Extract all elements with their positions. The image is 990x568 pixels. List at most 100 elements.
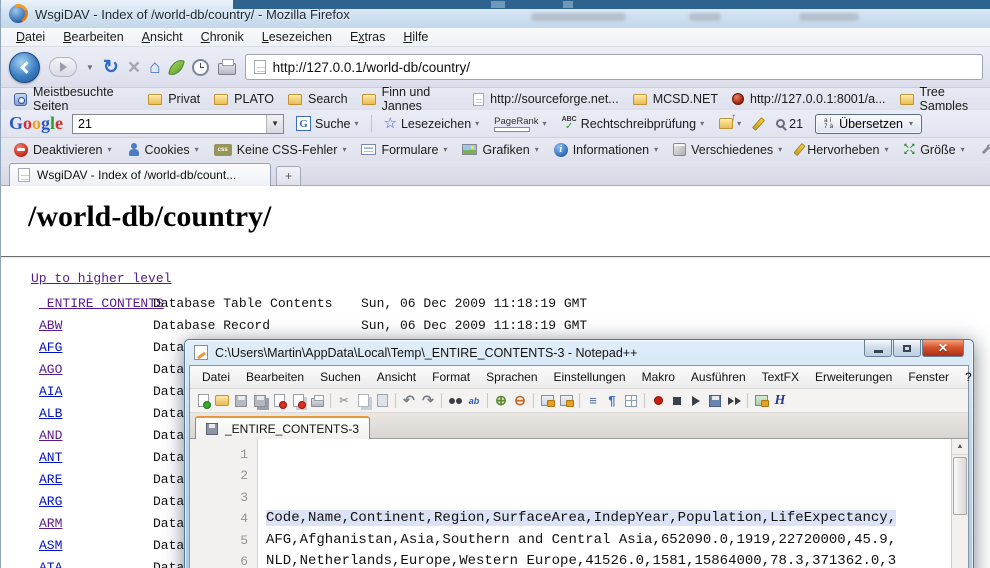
undo-icon[interactable]: ↶: [401, 393, 417, 409]
notepad-menu-item[interactable]: Makro: [634, 367, 683, 387]
google-bookmarks-button[interactable]: ☆ Lesezeichen▾: [381, 114, 483, 133]
webdev-item[interactable]: Keine CSS-Fehler ▾: [207, 141, 354, 159]
entry-link[interactable]: ARM: [39, 516, 62, 531]
entry-link[interactable]: ATA: [39, 560, 62, 568]
close-all-icon[interactable]: [290, 393, 306, 409]
menu-item[interactable]: Bearbeiten: [54, 28, 132, 46]
function-list-icon[interactable]: [753, 393, 769, 409]
editor-scrollbar[interactable]: ▲: [951, 439, 968, 568]
webdev-item[interactable]: Formulare ▾: [354, 141, 454, 159]
notepad-menu-item[interactable]: Einstellungen: [546, 367, 634, 387]
save-all-icon[interactable]: [252, 393, 268, 409]
stop-icon[interactable]: ×: [128, 57, 140, 78]
notepad-menu-item[interactable]: Bearbeiten: [238, 367, 312, 387]
scroll-up-icon[interactable]: ▲: [952, 439, 968, 455]
open-file-icon[interactable]: [214, 393, 230, 409]
bookmark-item[interactable]: http://127.0.0.1:8001/a...: [725, 90, 893, 108]
bookmark-item[interactable]: Privat: [141, 90, 207, 108]
cut-icon[interactable]: ✂: [336, 393, 352, 409]
back-button[interactable]: [9, 52, 40, 83]
webdev-item[interactable]: Informationen ▾: [547, 141, 665, 159]
entry-link[interactable]: ABW: [39, 318, 62, 333]
notepad-menu-item[interactable]: TextFX: [754, 367, 807, 387]
reload-icon[interactable]: ↻: [103, 58, 119, 77]
code-line[interactable]: NLD,Netherlands,Europe,Western Europe,41…: [266, 551, 951, 568]
bookmark-item[interactable]: PLATO: [207, 90, 281, 108]
entry-link[interactable]: ANT: [39, 450, 62, 465]
entry-link[interactable]: AND: [39, 428, 62, 443]
sage-feed-icon[interactable]: [168, 57, 185, 77]
menubar-close-doc-button[interactable]: X: [980, 367, 990, 387]
record-macro-icon[interactable]: [650, 393, 666, 409]
pagerank-widget[interactable]: PageRank ▾: [491, 114, 549, 134]
redo-icon[interactable]: ↷: [420, 393, 436, 409]
bookmark-item[interactable]: Search: [281, 90, 355, 108]
code-line[interactable]: AFG,Afghanistan,Asia,Southern and Centra…: [266, 530, 951, 551]
new-file-icon[interactable]: [195, 393, 211, 409]
code-line[interactable]: Code,Name,Continent,Region,SurfaceArea,I…: [266, 508, 951, 529]
entry-link[interactable]: ASM: [39, 538, 62, 553]
browser-tab[interactable]: WsgiDAV - Index of /world-db/count...: [9, 163, 271, 186]
notepad-window[interactable]: C:\Users\Martin\AppData\Local\Temp\_ENTI…: [184, 339, 974, 568]
webdev-item[interactable]: Cookies ▾: [120, 141, 206, 159]
webdev-item[interactable]: Deaktivieren ▾: [7, 141, 119, 159]
webdev-item[interactable]: Grafiken ▾: [455, 141, 545, 159]
save-icon[interactable]: [233, 393, 249, 409]
notepad-menu-item[interactable]: Erweiterungen: [807, 367, 900, 387]
notepad-titlebar[interactable]: C:\Users\Martin\AppData\Local\Temp\_ENTI…: [185, 340, 973, 365]
playback-macro-icon[interactable]: [688, 393, 704, 409]
url-text[interactable]: http://127.0.0.1/world-db/country/: [273, 60, 470, 75]
find-icon[interactable]: [447, 393, 463, 409]
zoom-in-icon[interactable]: ⊕: [493, 393, 509, 409]
run-macro-multiple-icon[interactable]: [726, 393, 742, 409]
document-tab[interactable]: _ENTIRE_CONTENTS-3: [195, 416, 370, 439]
home-icon[interactable]: ⌂: [149, 58, 160, 77]
notepad-menu-item[interactable]: Ausführen: [683, 367, 754, 387]
code-text[interactable]: Code,Name,Continent,Region,SurfaceArea,I…: [258, 439, 951, 568]
translate-button[interactable]: a í 7 ä Übersetzen▾: [815, 114, 922, 134]
stop-recording-icon[interactable]: [669, 393, 685, 409]
indent-guide-icon[interactable]: [623, 393, 639, 409]
history-dropdown-icon[interactable]: ▼: [86, 63, 94, 72]
sync-horizontal-icon[interactable]: [558, 393, 574, 409]
entry-link[interactable]: AFG: [39, 340, 62, 355]
word-wrap-icon[interactable]: ≡: [585, 393, 601, 409]
history-clock-icon[interactable]: [192, 59, 209, 76]
spellcheck-button[interactable]: ABC✓ Rechtschreibprüfung▾: [559, 114, 708, 134]
highlighter-button[interactable]: [753, 115, 764, 133]
webdev-item[interactable]: Hervorheben ▾: [790, 141, 895, 159]
entry-link[interactable]: ALB: [39, 406, 62, 421]
notepad-menu-item[interactable]: Sprachen: [478, 367, 545, 387]
print-icon[interactable]: [218, 63, 236, 75]
new-tab-button[interactable]: +: [276, 166, 301, 186]
webdev-item[interactable]: Verschiedenes ▾: [666, 141, 789, 159]
notepad-menu-item[interactable]: Fenster: [900, 367, 957, 387]
zoom-out-icon[interactable]: ⊖: [512, 393, 528, 409]
save-macro-icon[interactable]: [707, 393, 723, 409]
print-doc-icon[interactable]: [309, 393, 325, 409]
close-button[interactable]: ✕: [922, 340, 964, 357]
bookmark-item[interactable]: MCSD.NET: [626, 90, 725, 108]
html-tidy-icon[interactable]: H: [772, 393, 788, 409]
show-symbols-icon[interactable]: ¶: [604, 393, 620, 409]
send-to-button[interactable]: ▾: [716, 116, 744, 131]
menu-item[interactable]: Extras: [341, 28, 394, 46]
restore-button[interactable]: [893, 340, 921, 357]
entry-link[interactable]: AIA: [39, 384, 62, 399]
webdev-item[interactable]: Extras ▾: [973, 141, 990, 159]
entry-link[interactable]: ARG: [39, 494, 62, 509]
notepad-menu-item[interactable]: Datei: [194, 367, 238, 387]
google-search-input[interactable]: [73, 115, 266, 133]
replace-icon[interactable]: ab: [466, 393, 482, 409]
notepad-menu-item[interactable]: Suchen: [312, 367, 369, 387]
address-bar[interactable]: http://127.0.0.1/world-db/country/: [245, 54, 983, 80]
paste-icon[interactable]: [374, 393, 390, 409]
minimize-button[interactable]: [864, 340, 892, 357]
entry-link[interactable]: _ENTIRE_CONTENTS: [39, 296, 164, 311]
search-history-dropdown-icon[interactable]: ▼: [266, 115, 283, 133]
close-doc-icon[interactable]: [271, 393, 287, 409]
menu-item[interactable]: Ansicht: [133, 28, 192, 46]
notepad-menu-item[interactable]: Ansicht: [369, 367, 424, 387]
notepad-menu-item[interactable]: ?: [957, 367, 980, 387]
webdev-item[interactable]: Größe ▾: [896, 141, 971, 159]
